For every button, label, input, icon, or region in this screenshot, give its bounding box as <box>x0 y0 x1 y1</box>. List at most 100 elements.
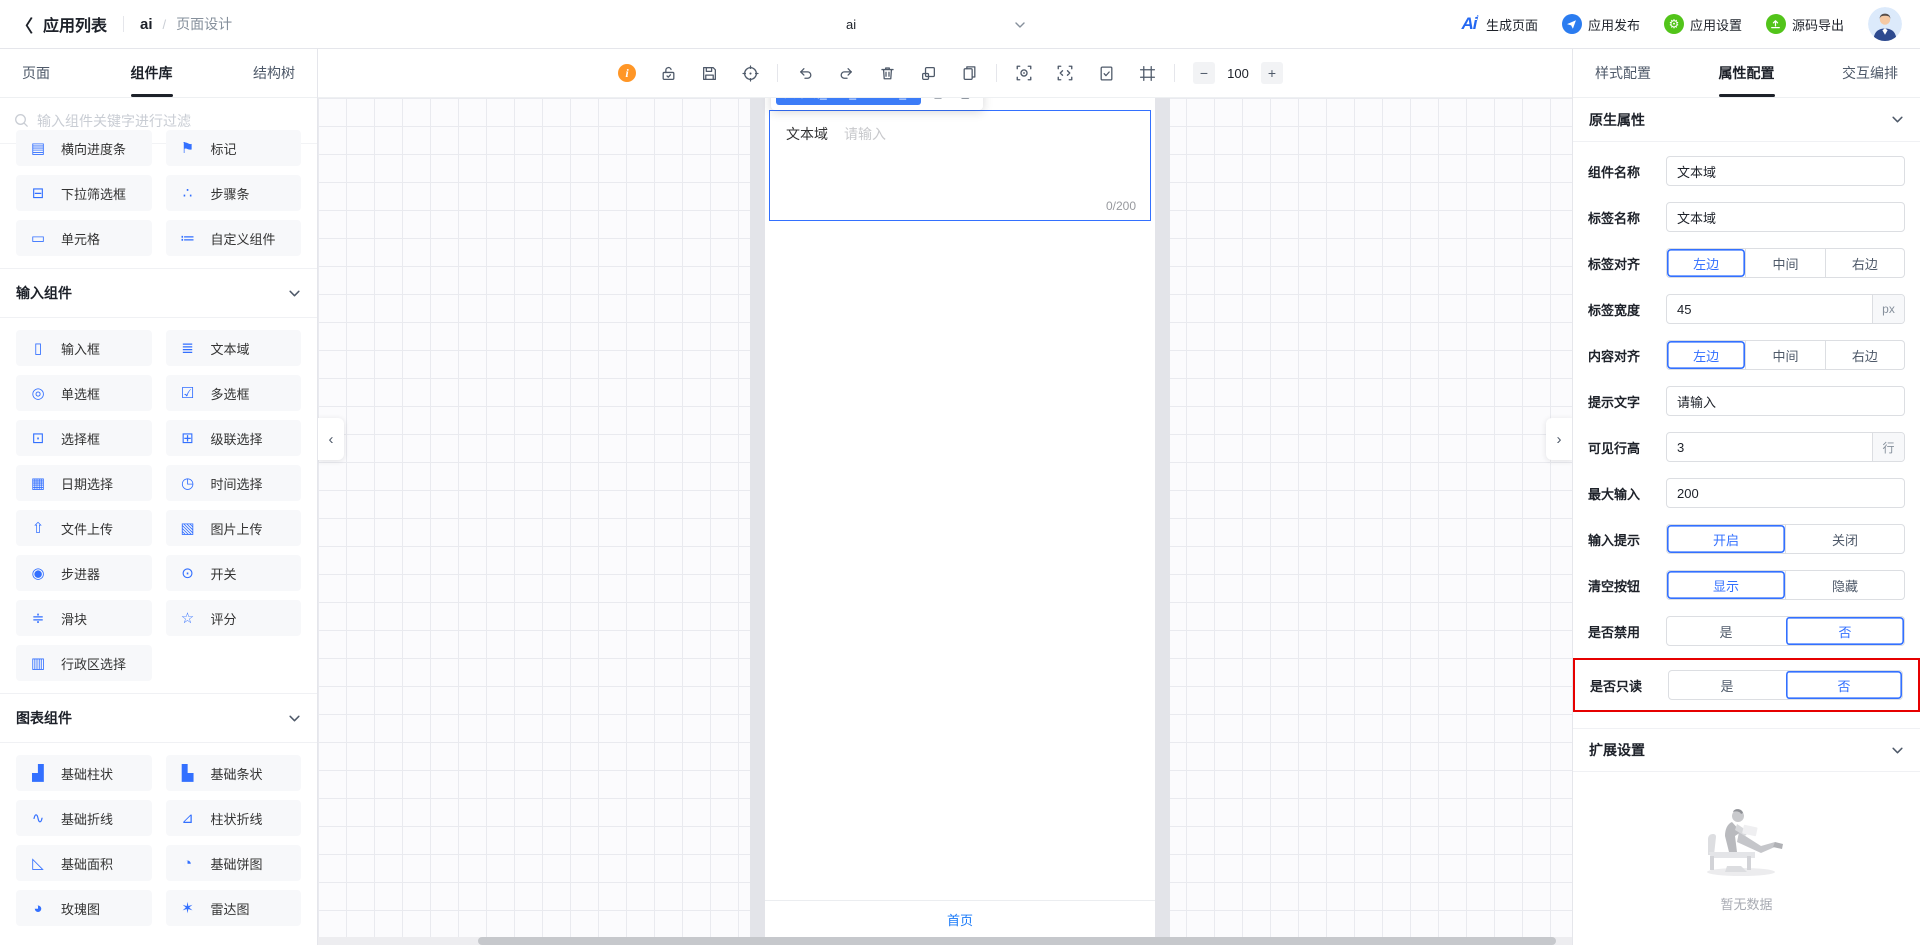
paste-icon[interactable] <box>960 64 978 82</box>
is-disabled-option-2[interactable]: 否 <box>1785 617 1904 645</box>
sidebar-item-cell[interactable]: ▭ 单元格 <box>16 220 152 256</box>
sidebar-item-bar-line-chart[interactable]: ⊿ 柱状折线 <box>165 800 301 836</box>
label-name-input[interactable] <box>1667 203 1904 231</box>
app-settings-button[interactable]: ⚙ 应用设置 <box>1663 14 1742 34</box>
user-avatar[interactable] <box>1868 7 1902 41</box>
clear-button-option-2[interactable]: 隐藏 <box>1785 571 1904 599</box>
label-align-option-1[interactable]: 左边 <box>1667 249 1745 277</box>
sidebar-item-slider[interactable]: ≑ 滑块 <box>16 600 152 636</box>
sidebar-item-radar-chart[interactable]: ✶ 雷达图 <box>165 890 301 926</box>
source-export-button[interactable]: 源码导出 <box>1765 14 1844 34</box>
input-hint-option-1[interactable]: 开启 <box>1667 525 1785 553</box>
field-label-visible-rows: 可见行高 <box>1588 440 1641 456</box>
extend-settings-section-header[interactable]: 扩展设置 <box>1573 728 1920 772</box>
sidebar-item-dropdown-filter[interactable]: ⊟ 下拉筛选框 <box>16 175 152 211</box>
horizontal-scrollbar-thumb[interactable] <box>478 937 1556 945</box>
section-header-chart-components[interactable]: 图表组件 <box>0 693 317 743</box>
info-icon[interactable]: i <box>618 64 636 82</box>
design-canvas[interactable]: 文本域 请输入 0/200 首页 文本域_vant_textarea_1 <box>318 98 1572 945</box>
sidebar-item-area-chart[interactable]: ◺ 基础面积 <box>16 845 152 881</box>
tabbar-home-link[interactable]: 首页 <box>947 910 973 929</box>
native-props-section-header[interactable]: 原生属性 <box>1573 98 1920 142</box>
sidebar-item-input[interactable]: ▯ 输入框 <box>16 330 152 366</box>
sidebar-item-pie-chart[interactable]: ◔ 基础饼图 <box>165 845 301 881</box>
trash-icon[interactable] <box>878 64 896 82</box>
collapse-sidebar-handle[interactable]: ‹ <box>318 418 344 460</box>
back-to-app-list[interactable]: 应用列表 <box>43 12 107 36</box>
code-icon[interactable] <box>1056 64 1074 82</box>
sidebar-item-rate[interactable]: ☆ 评分 <box>165 600 301 636</box>
app-publish-button[interactable]: 应用发布 <box>1561 14 1640 34</box>
content-align-option-3[interactable]: 右边 <box>1824 341 1904 369</box>
phone-page[interactable]: 文本域 请输入 0/200 首页 <box>765 98 1155 938</box>
visible-rows-input[interactable] <box>1667 433 1872 461</box>
sidebar-item-file-upload[interactable]: ⇧ 文件上传 <box>16 510 152 546</box>
page-check-icon[interactable] <box>1097 64 1115 82</box>
sidebar-item-image-upload[interactable]: ▧ 图片上传 <box>165 510 301 546</box>
back-chevron-icon[interactable]: 〈 <box>16 12 33 37</box>
sidebar-item-horizontal-progress[interactable]: ▤ 横向进度条 <box>16 130 152 166</box>
sidebar-item-steps[interactable]: ∴ 步骤条 <box>165 175 301 211</box>
undo-icon[interactable] <box>796 64 814 82</box>
target-icon[interactable] <box>741 64 759 82</box>
sidebar-item-switch[interactable]: ⊙ 开关 <box>165 555 301 591</box>
preview-icon[interactable] <box>1015 64 1033 82</box>
toolbar-group-2 <box>796 64 978 82</box>
section-header-input-components[interactable]: 输入组件 <box>0 268 317 318</box>
delete-component-icon[interactable] <box>930 98 947 101</box>
inspector-tab-interaction[interactable]: 交互编排 <box>1842 49 1898 97</box>
inspector-tab-property-config[interactable]: 属性配置 <box>1719 49 1775 97</box>
component-name-input[interactable] <box>1667 157 1904 185</box>
placeholder-text-input[interactable] <box>1667 387 1904 415</box>
is-disabled-option-1[interactable]: 是 <box>1667 617 1785 645</box>
breadcrumb-app[interactable]: ai <box>140 16 153 33</box>
sidebar-item-line-chart[interactable]: ∿ 基础折线 <box>16 800 152 836</box>
generate-page-button[interactable]: Ai↑ 生成页面 <box>1461 12 1538 34</box>
max-input-input[interactable] <box>1667 479 1904 507</box>
sidebar-item-hbar-chart[interactable]: ▙ 基础条状 <box>165 755 301 791</box>
sidebar-item-radio[interactable]: ◎ 单选框 <box>16 375 152 411</box>
content-align-option-1[interactable]: 左边 <box>1667 341 1745 369</box>
frame-icon[interactable] <box>1138 64 1156 82</box>
sidebar-tab-component-lib[interactable]: 组件库 <box>131 49 173 97</box>
cascader-icon: ⊞ <box>181 429 194 447</box>
crop-icon[interactable] <box>919 64 937 82</box>
sidebar-item-time-picker[interactable]: ◷ 时间选择 <box>165 465 301 501</box>
is-readonly-segmented: 是否 <box>1668 670 1903 700</box>
no-data-illustration <box>1706 809 1783 876</box>
inspector-tab-style-config[interactable]: 样式配置 <box>1595 49 1651 97</box>
sidebar-item-checkbox[interactable]: ☑ 多选框 <box>165 375 301 411</box>
input-hint-option-2[interactable]: 关闭 <box>1785 525 1904 553</box>
collapse-inspector-handle[interactable]: › <box>1546 418 1572 460</box>
sidebar-item-rose-chart[interactable]: ◕ 玫瑰图 <box>16 890 152 926</box>
zoom-out-button[interactable]: − <box>1193 62 1215 84</box>
is-readonly-option-2[interactable]: 否 <box>1785 671 1902 699</box>
label-align-option-2[interactable]: 中间 <box>1745 249 1824 277</box>
sidebar-item-cascader[interactable]: ⊞ 级联选择 <box>165 420 301 456</box>
sidebar-item-marker[interactable]: ⚑ 标记 <box>165 130 301 166</box>
sidebar-item-textarea[interactable]: ≣ 文本域 <box>165 330 301 366</box>
field-row-placeholder-text: 提示文字 <box>1588 378 1905 424</box>
sidebar-item-bar-chart[interactable]: ▟ 基础柱状 <box>16 755 152 791</box>
copy-component-icon[interactable] <box>956 98 973 101</box>
sidebar-item-select[interactable]: ⊡ 选择框 <box>16 420 152 456</box>
label-width-input[interactable] <box>1667 295 1872 323</box>
zoom-in-button[interactable]: + <box>1261 62 1283 84</box>
page-selector[interactable]: ai <box>846 0 1026 49</box>
sidebar-item-stepper[interactable]: ◉ 步进器 <box>16 555 152 591</box>
save-icon[interactable] <box>700 64 718 82</box>
field-control: 显示 隐藏 <box>1666 570 1905 600</box>
sidebar-item-date-picker[interactable]: ▦ 日期选择 <box>16 465 152 501</box>
clear-button-option-1[interactable]: 显示 <box>1667 571 1785 599</box>
is-readonly-option-1[interactable]: 是 <box>1669 671 1785 699</box>
selected-component-tag[interactable]: 文本域_vant_textarea_1 <box>776 98 921 105</box>
sidebar-tab-pages[interactable]: 页面 <box>22 49 50 97</box>
redo-icon[interactable] <box>837 64 855 82</box>
sidebar-tab-structure-tree[interactable]: 结构树 <box>253 49 295 97</box>
sidebar-item-region-picker[interactable]: ▥ 行政区选择 <box>16 645 152 681</box>
lock-open-icon[interactable] <box>659 64 677 82</box>
selected-textarea-component[interactable]: 文本域 请输入 0/200 <box>769 110 1151 221</box>
sidebar-item-custom-component[interactable]: ≔ 自定义组件 <box>165 220 301 256</box>
label-align-option-3[interactable]: 右边 <box>1824 249 1904 277</box>
content-align-option-2[interactable]: 中间 <box>1745 341 1824 369</box>
